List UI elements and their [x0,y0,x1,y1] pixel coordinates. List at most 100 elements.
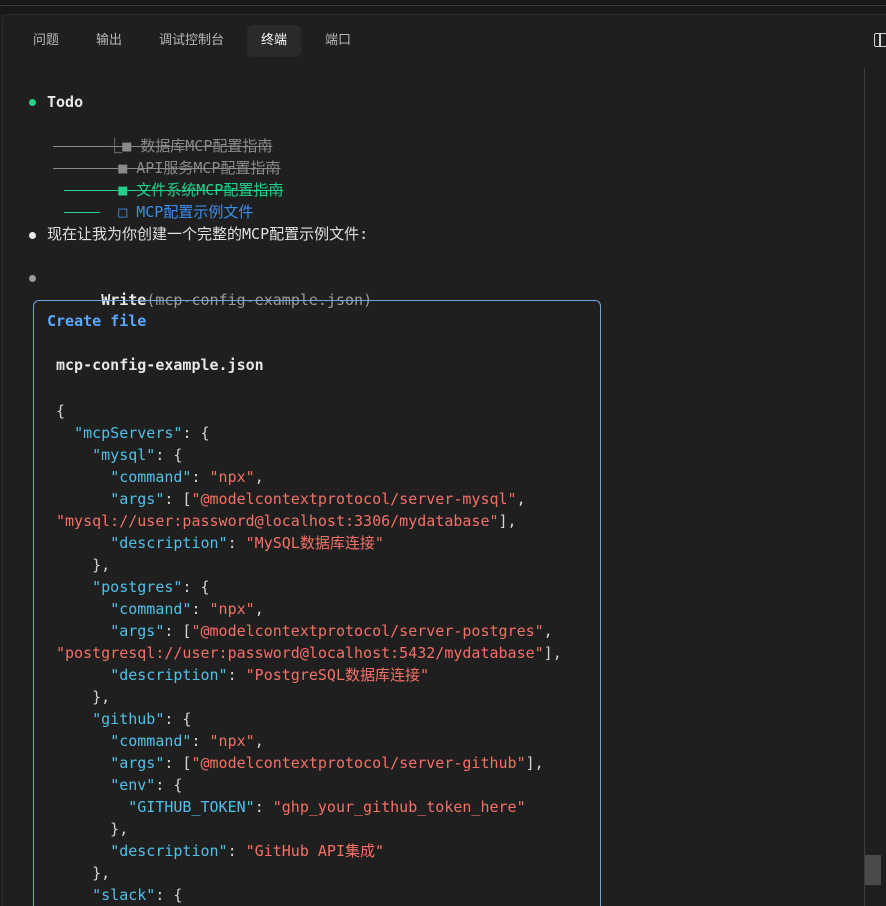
json-string: "GitHub API集成" [245,842,385,860]
json-punctuation [56,886,92,904]
json-string: "npx" [209,600,255,618]
create-file-box: Create file mcp-config-example.json { "m… [33,300,601,906]
json-punctuation [56,732,110,750]
code-line: "args": ["@modelcontextprotocol/server-g… [56,752,562,774]
json-key: "command" [110,732,192,750]
json-key: "postgres" [92,578,183,596]
json-punctuation: ], [525,754,544,772]
code-line: }, [56,818,562,840]
code-line: "command": "npx", [56,598,562,620]
json-key: "args" [110,754,165,772]
tool-call-line: Write(mcp-config-example.json) [47,267,372,309]
code-line: }, [56,554,562,576]
json-punctuation: , [543,622,553,640]
json-key: "description" [110,666,228,684]
json-punctuation: , [254,600,264,618]
json-key: "description" [110,842,228,860]
json-string: "@modelcontextprotocol/server-mysql" [191,490,517,508]
json-punctuation: : [ [164,754,192,772]
json-punctuation [56,842,110,860]
json-punctuation [56,776,110,794]
json-punctuation: , [516,490,526,508]
json-punctuation: ], [498,512,517,530]
json-key: "slack" [92,886,156,904]
json-key: "GITHUB_TOKEN" [128,798,255,816]
json-punctuation: : { [155,446,183,464]
json-punctuation [56,534,110,552]
json-punctuation [56,710,92,728]
json-punctuation: , [254,468,264,486]
json-punctuation: }, [56,820,129,838]
json-key: "env" [110,776,156,794]
json-punctuation: : [191,468,210,486]
json-punctuation: }, [56,864,111,882]
json-punctuation: : { [182,424,210,442]
json-punctuation [56,446,92,464]
json-punctuation: }, [56,556,111,574]
json-punctuation: { [56,402,66,420]
json-key: "args" [110,490,165,508]
terminal-panel: 问题 输出 调试控制台 终端 端口 Todo ⎿■ 数据库MCP配置指南 ■ A… [2,14,886,906]
terminal-scrollbar-thumb[interactable] [865,855,881,885]
json-key: "args" [110,622,165,640]
terminal-output[interactable]: Todo ⎿■ 数据库MCP配置指南 ■ API服务MCP配置指南 ■ 文件系统… [3,15,863,906]
json-punctuation [56,468,110,486]
code-line: "mysql://user:password@localhost:3306/my… [56,510,562,532]
code-line: "args": ["@modelcontextprotocol/server-m… [56,488,562,510]
json-punctuation: : { [155,776,183,794]
split-panel-icon[interactable] [874,33,886,47]
code-line: "description": "PostgreSQL数据库连接" [56,664,562,686]
code-line: "command": "npx", [56,466,562,488]
json-string: "postgresql://user:password@localhost:54… [56,644,544,662]
json-punctuation [56,424,74,442]
code-line: "env": { [56,774,562,796]
code-line: "description": "GitHub API集成" [56,840,562,862]
json-string: "PostgreSQL数据库连接" [245,666,430,684]
tool-call-dot [29,275,36,282]
code-line: "mysql": { [56,444,562,466]
json-string: "npx" [209,732,255,750]
json-string: "@modelcontextprotocol/server-postgres" [191,622,544,640]
file-name: mcp-config-example.json [56,356,264,374]
code-line: { [56,400,562,422]
create-file-title: Create file [47,312,147,330]
json-punctuation: : [227,666,246,684]
json-punctuation: : { [182,578,210,596]
code-line: "description": "MySQL数据库连接" [56,532,562,554]
json-punctuation: : [191,600,210,618]
todo-item: ⎿■ 数据库MCP配置指南 [53,113,272,155]
json-key: "command" [110,600,192,618]
code-line: "postgres": { [56,576,562,598]
todo-item: ■ API服务MCP配置指南 [64,135,280,177]
code-line: "slack": { [56,884,562,906]
terminal-scrollbar-track[interactable] [864,68,865,906]
todo-item: □ MCP配置示例文件 [64,179,253,221]
json-punctuation: : [227,842,246,860]
json-string: "@modelcontextprotocol/server-github" [191,754,526,772]
json-punctuation [56,666,110,684]
json-punctuation: : [254,798,273,816]
json-key: "command" [110,468,192,486]
json-punctuation: : { [155,886,183,904]
code-line: }, [56,862,562,884]
json-punctuation: : [ [164,490,192,508]
code-line: "github": { [56,708,562,730]
json-key: "github" [92,710,165,728]
json-punctuation [56,798,128,816]
todo-item-label: MCP配置示例文件 [136,203,254,221]
json-key: "mcpServers" [74,424,183,442]
window-top-strip [0,0,886,14]
json-punctuation: ], [543,644,562,662]
json-punctuation [56,490,110,508]
assistant-message: 现在让我为你创建一个完整的MCP配置示例文件: [47,225,369,243]
code-line: "args": ["@modelcontextprotocol/server-p… [56,620,562,642]
json-punctuation [56,600,110,618]
code-line: "command": "npx", [56,730,562,752]
todo-status-dot [29,99,36,106]
code-line: }, [56,686,562,708]
json-key: "mysql" [92,446,156,464]
json-punctuation: : [ [164,622,192,640]
json-string: "mysql://user:password@localhost:3306/my… [56,512,499,530]
json-string: "npx" [209,468,255,486]
todo-item: ■ 文件系统MCP配置指南 [64,157,283,199]
